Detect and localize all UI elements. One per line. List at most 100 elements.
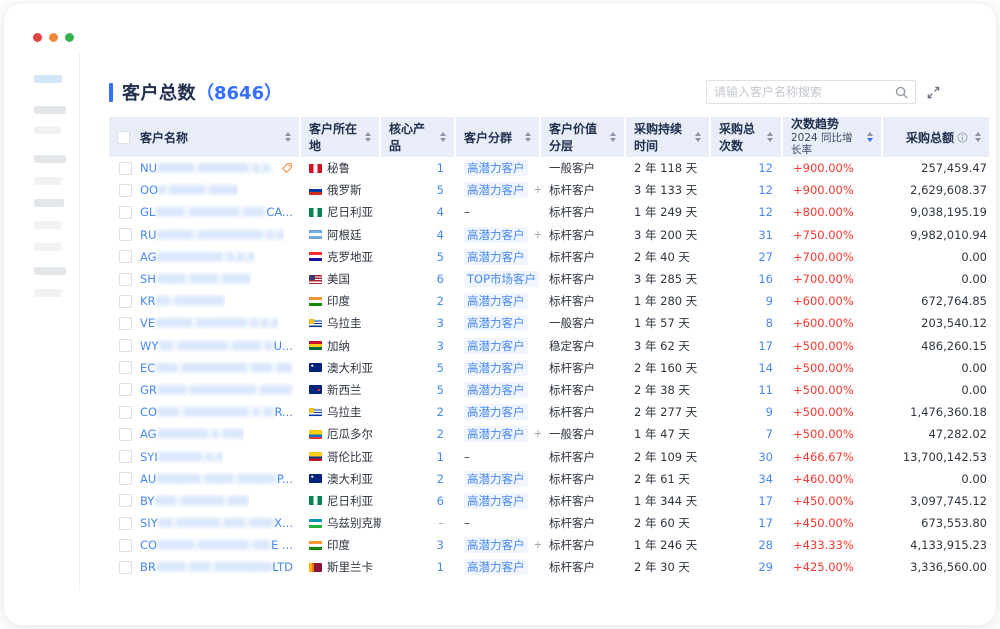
segment-link[interactable]: 高潜力客户 <box>464 537 528 553</box>
trend-cell: +500.00% <box>783 379 883 401</box>
sort-caret-icon[interactable] <box>610 132 616 142</box>
row-checkbox[interactable] <box>119 472 132 485</box>
segment-link[interactable]: 高潜力客户 <box>464 160 528 176</box>
sort-caret-icon[interactable] <box>285 132 291 142</box>
tag-icon[interactable] <box>281 162 293 174</box>
row-checkbox[interactable] <box>119 517 132 530</box>
trend-value: +750.00% <box>793 228 854 242</box>
sidebar-item-skeleton[interactable] <box>34 243 61 251</box>
select-all-checkbox[interactable] <box>117 131 130 144</box>
sidebar-item-skeleton[interactable] <box>34 106 66 114</box>
sort-caret-icon[interactable] <box>767 132 773 142</box>
column-header-count[interactable]: 采购总次数 <box>711 117 783 157</box>
customer-name-link[interactable]: GLXXXX XXXXXXX XXX XXXXXXCA... <box>140 205 293 219</box>
segment-link[interactable]: 高潜力客户 <box>464 426 528 442</box>
segment-link[interactable]: TOP市场客户 <box>464 271 539 287</box>
name-suffix: CA... <box>266 205 293 219</box>
customer-name-link[interactable]: GRXXXX XXXXXXXXX XXXXXXX <box>140 383 293 397</box>
customer-name-link[interactable]: KRXX XXXXXXX <box>140 294 225 308</box>
maximize-window-icon[interactable] <box>65 33 74 42</box>
segment-link[interactable]: 高潜力客户 <box>464 471 528 487</box>
segment-link[interactable]: 高潜力客户 <box>464 493 528 509</box>
row-checkbox[interactable] <box>119 383 132 396</box>
sidebar-item-skeleton[interactable] <box>34 177 61 185</box>
customer-name-link[interactable]: RUXXXXX XXXXXXXXX X.X <box>140 228 284 242</box>
sidebar-item-skeleton[interactable] <box>34 126 61 134</box>
sort-caret-icon[interactable] <box>365 132 371 142</box>
customer-name-link[interactable]: COXXX XXXXXXXXX X XXXXR... <box>140 405 293 419</box>
row-checkbox[interactable] <box>119 561 132 574</box>
customer-name-link[interactable]: SIYXX XXXXXX XXX XXXXXXX... <box>140 516 293 530</box>
row-checkbox[interactable] <box>119 317 132 330</box>
customer-search[interactable] <box>706 80 916 104</box>
row-checkbox[interactable] <box>119 228 132 241</box>
sidebar-item-skeleton[interactable] <box>34 75 62 83</box>
customer-name-link[interactable]: ECXXX XXXXXXXXX XXX XXXXXXX <box>140 361 293 375</box>
segment-link[interactable]: 高潜力客户 <box>464 382 528 398</box>
row-checkbox[interactable] <box>119 250 132 263</box>
sidebar-item-skeleton[interactable] <box>34 267 66 275</box>
customer-name-link[interactable]: BYXXX XXXXXX XXX <box>140 494 249 508</box>
column-header-name[interactable]: 客户名称 <box>109 117 301 157</box>
customer-name-cell: SYIXXXXXX X.X <box>109 445 301 467</box>
total-amount-value: 486,260.15 <box>921 339 987 353</box>
segment-link[interactable]: 高潜力客户 <box>464 360 528 376</box>
row-checkbox[interactable] <box>119 406 132 419</box>
info-icon[interactable] <box>957 132 968 143</box>
sort-caret-icon[interactable] <box>440 132 446 142</box>
segment-link[interactable]: 高潜力客户 <box>464 315 528 331</box>
customer-name-link[interactable]: AUXXXXXX XXXX XXXXXXXXXP... <box>140 472 293 486</box>
customer-name-link[interactable]: SYIXXXXXX X.X <box>140 450 223 464</box>
column-header-location[interactable]: 客户所在地 <box>301 117 381 157</box>
row-checkbox[interactable] <box>119 428 132 441</box>
row-checkbox[interactable] <box>119 184 132 197</box>
customer-name-link[interactable]: COXXXXX XXXXXXX XXXXXE ... <box>140 538 293 552</box>
fullscreen-icon[interactable] <box>926 85 941 100</box>
segment-link[interactable]: 高潜力客户 <box>464 338 528 354</box>
value-tier-cell: 标杆客户 <box>541 534 626 556</box>
table-row: AGXXXXXXXXX X.X.X克罗地亚5高潜力客户标杆客户2 年 40 天2… <box>109 246 989 268</box>
column-header-trend[interactable]: 次数趋势2024 同比增长率 <box>783 117 883 157</box>
flag-icon <box>309 363 322 372</box>
segment-link[interactable]: 高潜力客户 <box>464 227 528 243</box>
customer-name-link[interactable]: VEXXXXX XXXXXXX X.X.X <box>140 316 278 330</box>
row-checkbox[interactable] <box>119 361 132 374</box>
sidebar-item-skeleton[interactable] <box>34 155 66 163</box>
column-header-core[interactable]: 核心产品 <box>381 117 456 157</box>
row-checkbox[interactable] <box>119 295 132 308</box>
close-window-icon[interactable] <box>33 33 42 42</box>
customer-name-link[interactable]: WYXX XXXXXXX XXXX XXXXU... <box>140 339 293 353</box>
row-checkbox[interactable] <box>119 539 132 552</box>
segment-link[interactable]: 高潜力客户 <box>464 182 528 198</box>
customer-name-link[interactable]: BRXXXX XXX XXXXXXXX XXLTD <box>140 560 293 574</box>
core-products-value: 3 <box>437 339 444 353</box>
customer-name-link[interactable]: AGXXXXXXX X XXX <box>140 427 244 441</box>
row-checkbox[interactable] <box>119 206 132 219</box>
sidebar-item-skeleton[interactable] <box>34 221 61 229</box>
row-checkbox[interactable] <box>119 494 132 507</box>
column-header-tier[interactable]: 客户价值分层 <box>541 117 626 157</box>
row-checkbox[interactable] <box>119 450 132 463</box>
sort-caret-icon[interactable] <box>867 132 873 142</box>
row-checkbox[interactable] <box>119 162 132 175</box>
column-header-amount[interactable]: 采购总额 <box>883 117 989 157</box>
segment-link[interactable]: 高潜力客户 <box>464 404 528 420</box>
customer-name-link[interactable]: AGXXXXXXXXX X.X.X <box>140 250 255 264</box>
row-checkbox[interactable] <box>119 273 132 286</box>
sort-caret-icon[interactable] <box>975 132 981 142</box>
sort-caret-icon[interactable] <box>525 132 531 142</box>
row-checkbox[interactable] <box>119 339 132 352</box>
customer-name-link[interactable]: OOX XXXXX XXXX <box>140 183 238 197</box>
sidebar-item-skeleton[interactable] <box>34 289 61 297</box>
minimize-window-icon[interactable] <box>49 33 58 42</box>
column-header-segment[interactable]: 客户分群 <box>456 117 541 157</box>
column-header-duration[interactable]: 采购持续时间 <box>626 117 711 157</box>
customer-name-link[interactable]: SHXXXX XXXX XXXX <box>140 272 251 286</box>
sort-caret-icon[interactable] <box>695 132 701 142</box>
sidebar-item-skeleton[interactable] <box>34 199 64 207</box>
customer-name-link[interactable]: NUXXXXX XXXXXXX X.X.X <box>140 161 273 175</box>
search-input[interactable] <box>714 85 895 99</box>
segment-link[interactable]: 高潜力客户 <box>464 559 528 575</box>
segment-link[interactable]: 高潜力客户 <box>464 293 528 309</box>
segment-link[interactable]: 高潜力客户 <box>464 249 528 265</box>
